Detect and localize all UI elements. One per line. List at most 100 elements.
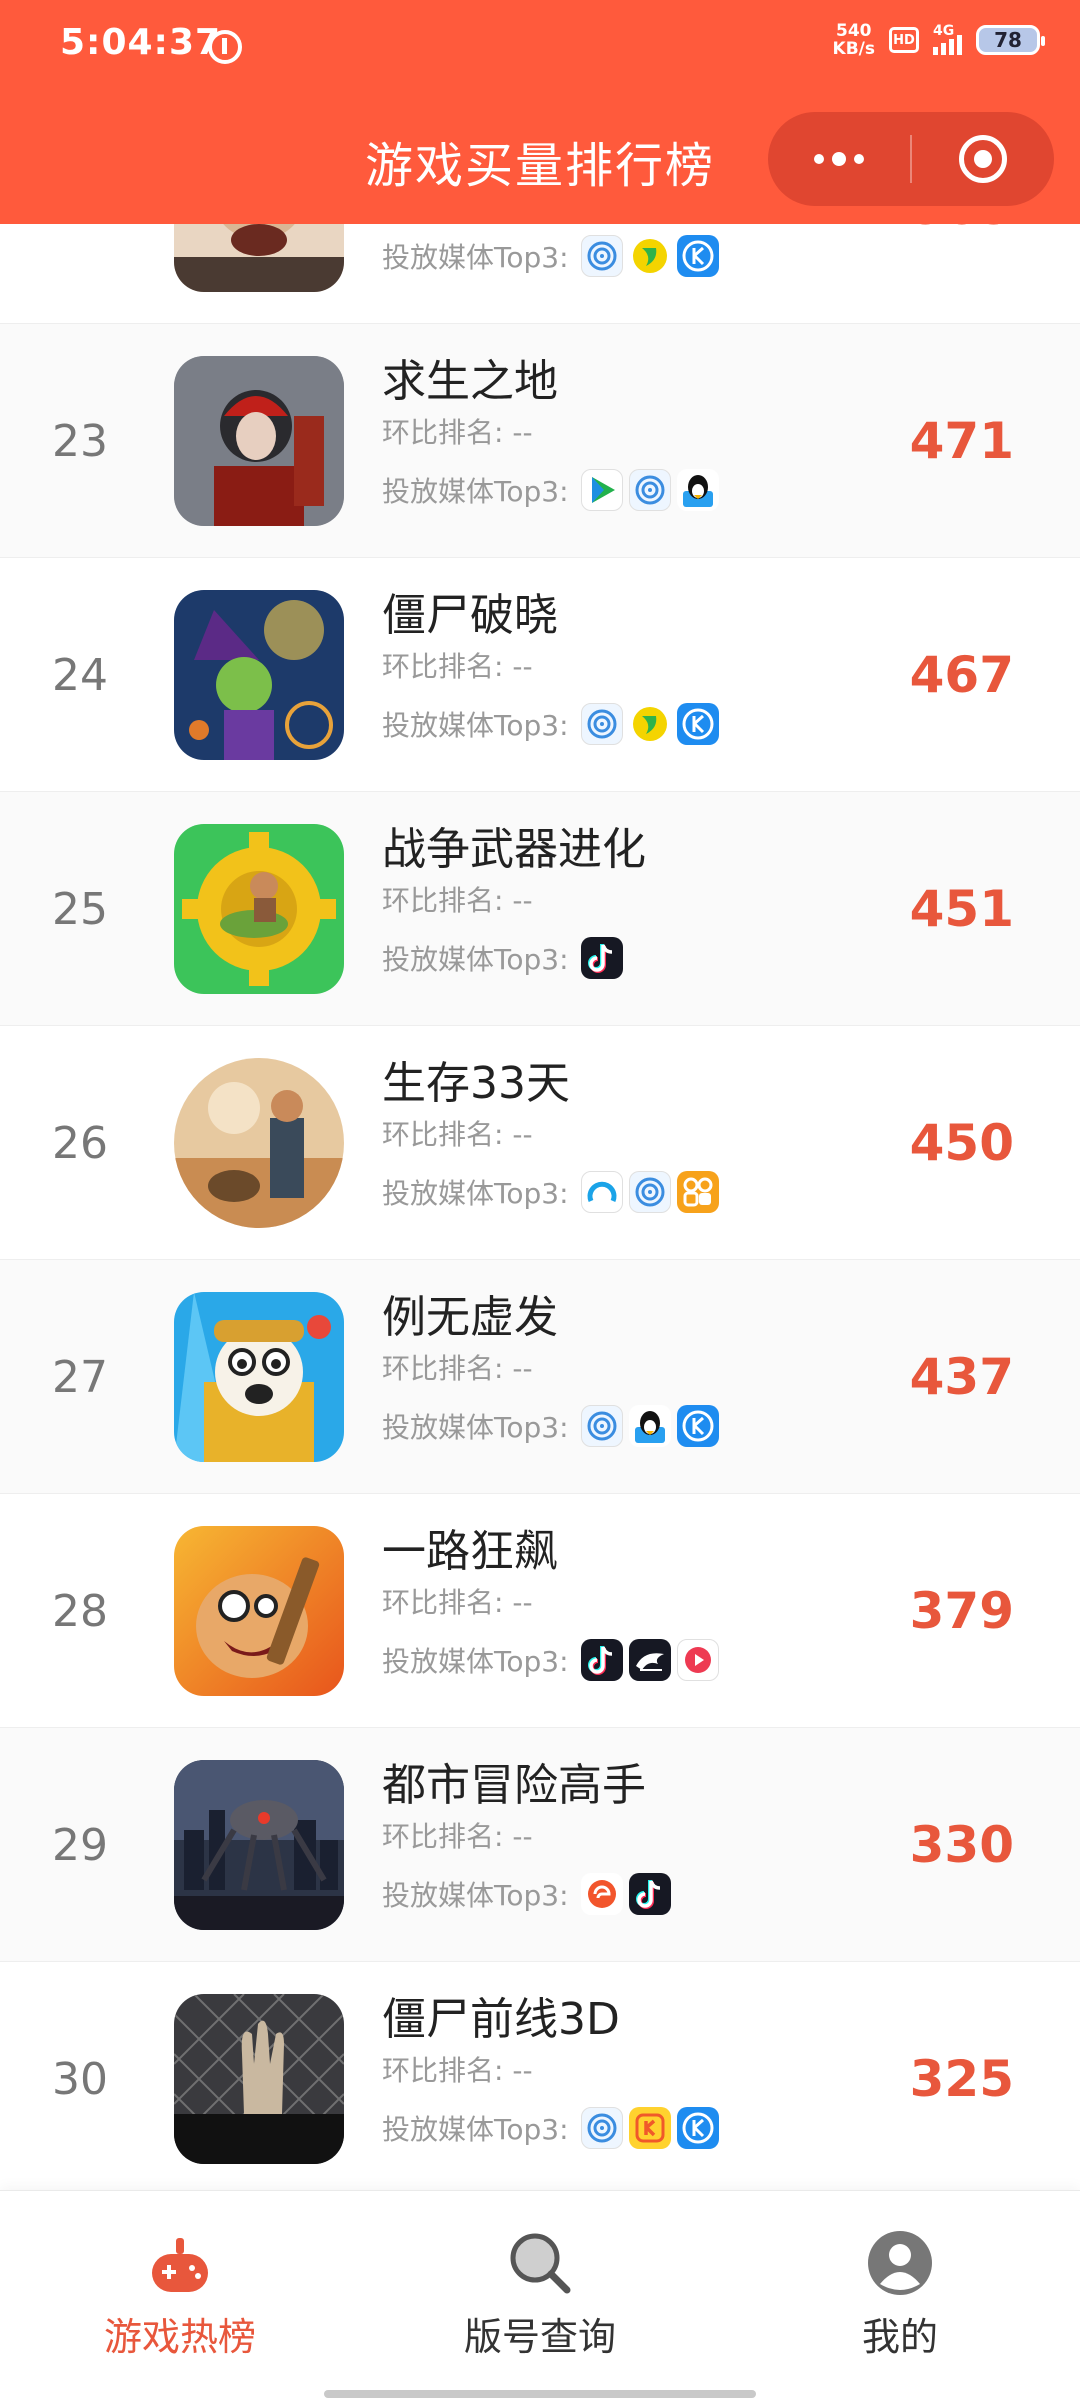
rank-change-value: -- — [512, 416, 533, 449]
media-row: 投放媒体Top3: — [382, 1872, 677, 1916]
rank-number: 27 — [52, 1351, 108, 1403]
list-item[interactable]: 26 生存33天 环比排名: -- 投放媒体Top3: 450 — [0, 1026, 1080, 1260]
tiktok-icon — [628, 1873, 671, 1915]
status-indicators: 540 KB/s HD 4G 78 — [833, 22, 1045, 58]
tab-label: 游戏热榜 — [103, 2315, 256, 2359]
rank-change-label: 环比排名: — [382, 1118, 504, 1151]
media-row: 投放媒体Top3: — [382, 702, 725, 746]
rank-change: 环比排名: -- — [382, 1352, 725, 1386]
game-icon — [174, 356, 344, 526]
media-row: 投放媒体Top3: — [382, 468, 725, 512]
arc-icon — [580, 1171, 623, 1213]
rank-number: 23 — [52, 415, 108, 467]
orange-swirl-icon — [580, 1873, 623, 1915]
rank-change: 环比排名: -- — [382, 416, 725, 450]
signal-icon: 4G — [933, 23, 962, 55]
bottom-tab-bar: 游戏热榜 版号查询 我的 — [0, 2190, 1080, 2404]
tab-game-hot[interactable]: 游戏热榜 — [0, 2191, 360, 2361]
media-icon-k — [676, 235, 719, 277]
game-icon — [174, 1526, 344, 1696]
list-item[interactable]: 23 求生之地 环比排名: -- 投放媒体Top3: 471 — [0, 324, 1080, 558]
app-header: 5:04:37 540 KB/s HD 4G 78 游戏买量排行榜 — [0, 0, 1080, 224]
ranking-list: 22 环比排名: -- 投放媒体Top3: 509 23 求生之地 环比排名: … — [0, 90, 1080, 2196]
media-icon-a — [628, 1171, 671, 1213]
game-name: 僵尸破晓 — [382, 590, 558, 641]
rank-change-label: 环比排名: — [382, 416, 504, 449]
media-icon-k — [676, 2107, 719, 2149]
media-row: 投放媒体Top3: — [382, 936, 646, 980]
rank-change: 环比排名: -- — [382, 884, 646, 918]
media-label: 投放媒体Top3: — [382, 1177, 569, 1210]
list-item[interactable]: 25 战争武器进化 环比排名: -- 投放媒体Top3: 451 — [0, 792, 1080, 1026]
rank-change-value: -- — [512, 1118, 533, 1151]
game-name: 僵尸前线3D — [382, 1994, 620, 2045]
rank-change: 环比排名: -- — [382, 2054, 725, 2088]
media-icon-k — [676, 1405, 719, 1447]
game-name: 生存33天 — [382, 1058, 570, 1109]
game-name: 都市冒险高手 — [382, 1760, 646, 1811]
media-row: 投放媒体Top3: — [382, 1638, 725, 1682]
signal-label: 4G — [933, 23, 955, 39]
rank-change: 环比排名: -- — [382, 1118, 725, 1152]
more-button[interactable] — [768, 112, 910, 206]
tab-license-search[interactable]: 版号查询 — [360, 2191, 720, 2361]
target-icon — [959, 135, 1007, 183]
list-item[interactable]: 28 一路狂飙 环比排名: -- 投放媒体Top3: 379 — [0, 1494, 1080, 1728]
media-label: 投放媒体Top3: — [382, 709, 569, 742]
media-icon-a — [628, 469, 671, 511]
media-row: 投放媒体Top3: — [382, 234, 725, 278]
status-time: 5:04:37 — [60, 22, 222, 63]
qq-penguin-icon — [628, 1405, 671, 1447]
more-dots-icon — [814, 152, 864, 166]
list-item[interactable]: 27 例无虚发 环比排名: -- 投放媒体Top3: 437 — [0, 1260, 1080, 1494]
play-icon — [580, 469, 623, 511]
list-item[interactable]: 29 都市冒险高手 环比排名: -- 投放媒体Top3: 330 — [0, 1728, 1080, 1962]
media-icon-a — [580, 1405, 623, 1447]
list-item[interactable]: 30 僵尸前线3D 环比排名: -- 投放媒体Top3: 325 — [0, 1962, 1080, 2196]
network-speed: 540 KB/s — [833, 22, 875, 58]
bird-icon — [628, 1639, 671, 1681]
media-icon-a — [580, 703, 623, 745]
rank-change-value: -- — [512, 1586, 533, 1619]
media-row: 投放媒体Top3: — [382, 1404, 725, 1448]
buy-count: 467 — [909, 646, 1014, 704]
home-indicator[interactable] — [324, 2390, 756, 2398]
buy-count: 451 — [909, 880, 1014, 938]
rank-change-label: 环比排名: — [382, 1352, 504, 1385]
media-icon-a — [580, 2107, 623, 2149]
rank-number: 25 — [52, 883, 108, 935]
tab-label: 我的 — [861, 2315, 938, 2359]
tab-label: 版号查询 — [463, 2315, 616, 2359]
game-name: 求生之地 — [382, 356, 558, 407]
rank-change-value: -- — [512, 884, 533, 917]
rank-number: 26 — [52, 1117, 108, 1169]
grid-icon — [676, 1171, 719, 1213]
tab-profile[interactable]: 我的 — [720, 2191, 1080, 2361]
rank-number: 28 — [52, 1585, 108, 1637]
tiktok-icon — [580, 1639, 623, 1681]
search-icon — [510, 2233, 571, 2294]
rank-change-value: -- — [512, 650, 533, 683]
battery-icon: 78 — [976, 25, 1045, 55]
buy-count: 437 — [909, 1348, 1014, 1406]
media-icon-b — [628, 235, 671, 277]
game-name: 例无虚发 — [382, 1292, 558, 1343]
buy-count: 325 — [909, 2050, 1014, 2108]
qq-penguin-icon — [676, 469, 719, 511]
media-row: 投放媒体Top3: — [382, 2106, 725, 2150]
network-speed-value: 540 — [836, 21, 872, 41]
media-icon-b — [628, 703, 671, 745]
game-icon — [174, 1058, 344, 1228]
media-label: 投放媒体Top3: — [382, 1879, 569, 1912]
game-icon — [174, 1292, 344, 1462]
game-icon — [174, 1760, 344, 1930]
media-row: 投放媒体Top3: — [382, 1170, 725, 1214]
list-item[interactable]: 24 僵尸破晓 环比排名: -- 投放媒体Top3: 467 — [0, 558, 1080, 792]
game-name: 战争武器进化 — [382, 824, 646, 875]
rank-change-label: 环比排名: — [382, 1820, 504, 1853]
close-miniprogram-button[interactable] — [912, 112, 1054, 206]
rank-change-label: 环比排名: — [382, 1586, 504, 1619]
game-icon — [174, 1994, 344, 2164]
media-label: 投放媒体Top3: — [382, 1645, 569, 1678]
game-icon — [174, 590, 344, 760]
